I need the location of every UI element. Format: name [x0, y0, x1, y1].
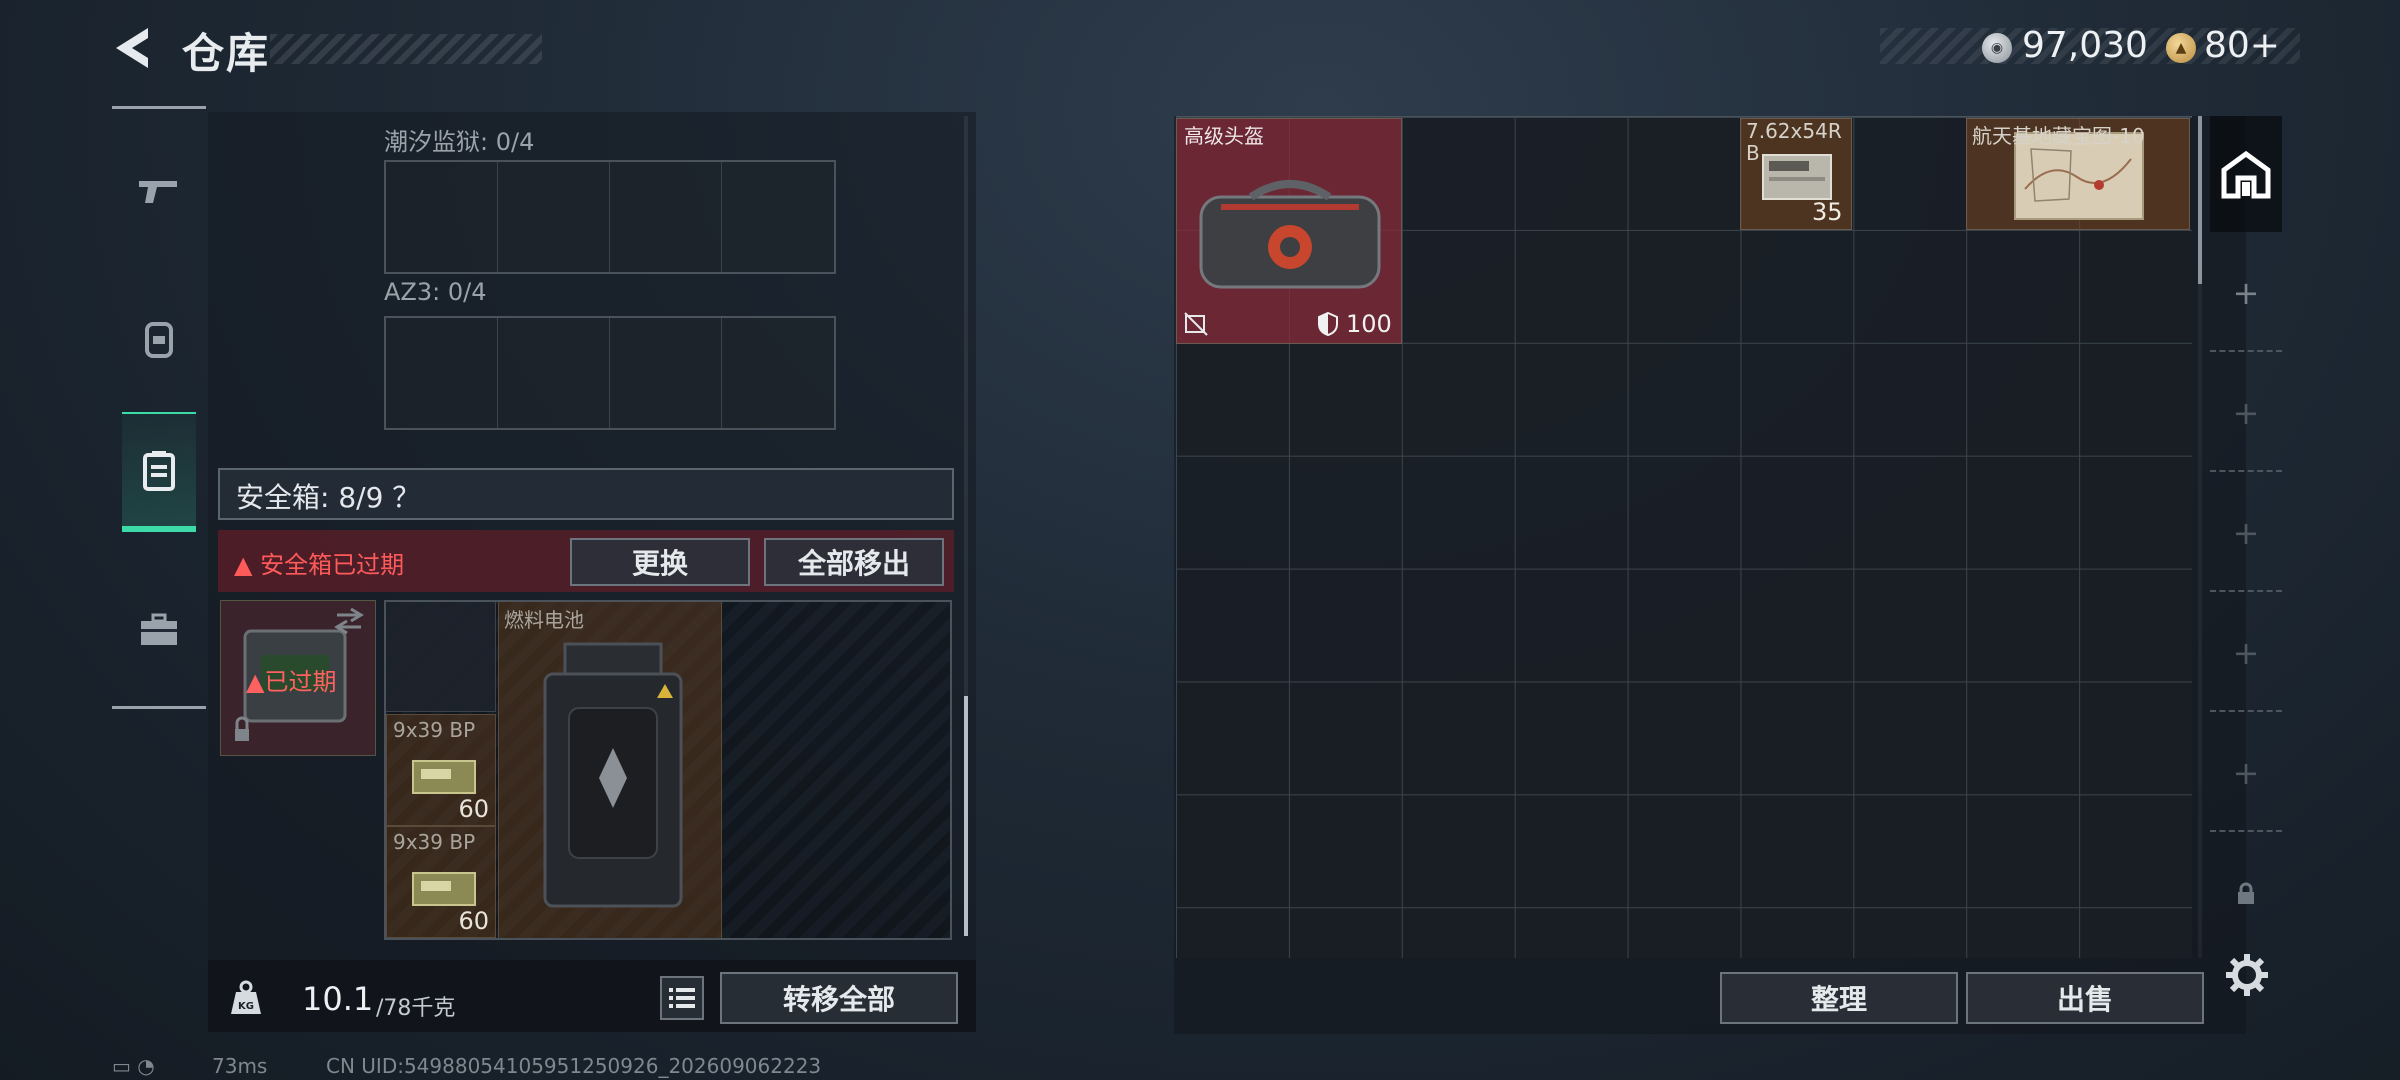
section-label: AZ3: 0/4: [384, 278, 487, 306]
fuel-cell-item[interactable]: [498, 602, 722, 938]
sell-button[interactable]: 出售: [1966, 972, 2204, 1024]
ammo-count: 60: [458, 795, 489, 823]
ammo-label: 9x39 BP: [393, 830, 476, 854]
silver-amount: 97,030: [2022, 25, 2148, 66]
locked-storage-slot[interactable]: [2210, 836, 2282, 952]
empty-slot[interactable]: [610, 318, 722, 428]
back-button[interactable]: [108, 22, 156, 74]
nav-divider: [112, 706, 206, 709]
max-weight: /78千克: [376, 996, 456, 1021]
ammo-box-count: 35: [1812, 198, 1843, 226]
empty-slot[interactable]: [722, 162, 834, 272]
loadout-scrollbar[interactable]: [964, 116, 968, 936]
warning-icon: ▲: [234, 551, 261, 579]
transfer-all-button[interactable]: 转移全部: [720, 972, 958, 1024]
plus-icon: +: [2232, 274, 2260, 312]
sort-button[interactable]: 整理: [1720, 972, 1958, 1024]
warning-icon: ▲: [246, 668, 265, 696]
settings-button[interactable]: [2224, 952, 2270, 998]
category-nav: [112, 106, 206, 714]
current-weight: 10.1: [302, 980, 374, 1018]
nav-weapons[interactable]: [122, 130, 196, 250]
wifi-icon: ◔: [137, 1054, 155, 1078]
backpack-icon: [145, 322, 173, 358]
weight-icon: KG: [228, 980, 264, 1016]
shield-icon: [1318, 311, 1338, 337]
silver-coin-icon: ◉: [1982, 33, 2012, 63]
list-icon: [669, 988, 695, 1008]
empty-slot[interactable]: [498, 318, 610, 428]
no-insure-icon: [1184, 312, 1208, 336]
title-decoration: [270, 34, 542, 64]
list-view-button[interactable]: [660, 976, 704, 1020]
add-storage-button[interactable]: +: [2210, 356, 2282, 472]
expired-label-text: 已过期: [264, 668, 337, 696]
status-icons: ▭ ◔: [112, 1054, 155, 1078]
ammo-box-name: 7.62x54R B: [1746, 119, 1842, 165]
plus-icon: +: [2232, 754, 2260, 792]
plus-icon: +: [2232, 394, 2260, 432]
helmet-durability: 100: [1346, 310, 1392, 338]
scrollbar-thumb[interactable]: [964, 696, 968, 936]
empty-slot[interactable]: [498, 162, 610, 272]
empty-slot[interactable]: [386, 318, 498, 428]
storage-tab-main[interactable]: [2210, 116, 2282, 232]
expired-warning: ▲ 安全箱已过期: [234, 545, 404, 580]
page-title: 仓库: [182, 29, 271, 78]
plus-icon: +: [2232, 634, 2260, 672]
expired-label: ▲已过期: [246, 662, 336, 697]
nav-safebox[interactable]: [122, 412, 196, 532]
empty-slot[interactable]: [722, 318, 834, 428]
fuel-cell-icon: [543, 642, 683, 908]
helmet-bag-icon: [1199, 180, 1381, 289]
add-storage-button[interactable]: +: [2210, 236, 2282, 352]
expired-warning-text: 安全箱已过期: [260, 551, 405, 579]
add-storage-button[interactable]: +: [2210, 476, 2282, 592]
add-storage-button[interactable]: +: [2210, 716, 2282, 832]
replace-button[interactable]: 更换: [570, 538, 750, 586]
ammo-item[interactable]: 9x39 BP 60: [386, 826, 496, 938]
gold-coin-icon[interactable]: ▲: [2166, 33, 2196, 63]
safebox-icon: [143, 451, 175, 491]
empty-slot[interactable]: [386, 162, 498, 272]
treasure-map-name: 航天基地藏宝图-10: [1972, 124, 2145, 148]
safebox-capacity[interactable]: 安全箱: 8/9 ？: [236, 476, 420, 516]
ping-value: 73ms: [212, 1054, 268, 1078]
toolbox-icon: [141, 613, 177, 645]
svg-text:KG: KG: [238, 1001, 254, 1012]
ammo-count: 60: [458, 907, 489, 935]
ammo-box-icon: [412, 760, 476, 794]
nav-armor[interactable]: [122, 278, 196, 398]
helmet-name: 高级头盔: [1184, 124, 1264, 148]
empty-slot[interactable]: [386, 602, 496, 712]
warehouse-icon: [2221, 150, 2271, 199]
user-uid: CN UID:549880541059512509​26_20260906222…: [326, 1054, 822, 1078]
ammo-label: 9x39 BP: [393, 718, 476, 742]
slot-row[interactable]: [384, 316, 836, 430]
storage-tabs: + + + + +: [2210, 116, 2282, 976]
gun-icon: [139, 181, 177, 203]
empty-slot[interactable]: [610, 162, 722, 272]
section-label: 潮汐监狱: 0/4: [384, 128, 535, 156]
scrollbar-thumb[interactable]: [2198, 116, 2202, 284]
nav-divider: [112, 106, 206, 109]
ammo-box-icon: [412, 872, 476, 906]
move-all-out-button[interactable]: 全部移出: [764, 538, 944, 586]
lock-icon: [2238, 882, 2254, 904]
warehouse-scrollbar[interactable]: [2198, 116, 2202, 958]
slot-row[interactable]: [384, 160, 836, 274]
fuel-cell-label: 燃料电池: [504, 608, 584, 632]
add-storage-button[interactable]: +: [2210, 596, 2282, 712]
gold-amount[interactable]: 80+: [2204, 25, 2280, 66]
back-arrow-icon: [116, 28, 148, 68]
plus-icon: +: [2232, 514, 2260, 552]
gear-icon: [2226, 954, 2268, 996]
nav-tools[interactable]: [122, 570, 196, 690]
ammo-item[interactable]: 9x39 BP 60: [386, 714, 496, 826]
battery-icon: ▭: [112, 1054, 131, 1078]
